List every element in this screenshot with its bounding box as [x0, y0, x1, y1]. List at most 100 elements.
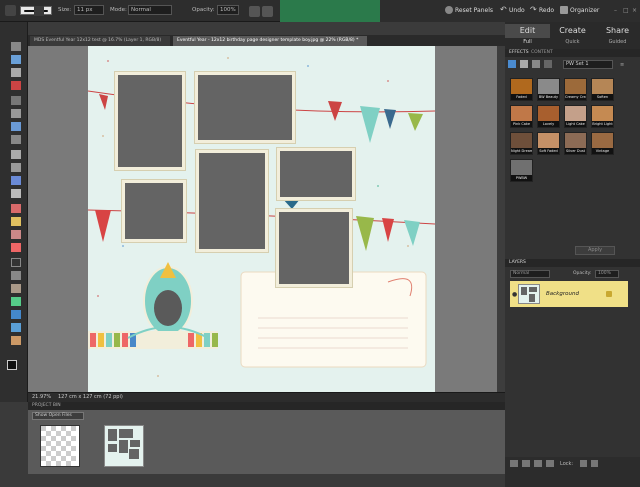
grid-view-icon[interactable] — [544, 60, 552, 68]
effect-thumbnail[interactable]: Vintage — [591, 132, 614, 155]
layer-opacity-input[interactable]: 100% — [595, 270, 619, 278]
delete-layer-icon[interactable] — [546, 460, 554, 467]
eyedropper-tool-icon[interactable] — [11, 81, 21, 90]
photo-placeholder-6[interactable] — [276, 209, 352, 287]
effect-thumbnail[interactable]: Bright Light — [591, 105, 614, 128]
paint-bucket-tool-icon[interactable] — [11, 284, 21, 293]
move-tool-icon[interactable] — [11, 42, 21, 51]
tab-edit[interactable]: Edit — [505, 24, 550, 38]
eraser-tool-icon[interactable] — [11, 243, 21, 252]
layers-panel-header: LAYERS — [505, 259, 640, 267]
bin-filter-select[interactable]: Show Open Files — [32, 412, 84, 420]
maximize-icon[interactable]: □ — [623, 7, 629, 14]
organizer-button[interactable]: Organizer — [570, 7, 599, 14]
hand-tool-icon[interactable] — [11, 68, 21, 77]
doc-tab-1[interactable]: MDS Eventful Year 12x12 test @ 16.7% (La… — [30, 36, 170, 46]
layer-name[interactable]: Background — [546, 291, 579, 297]
effect-label: Soft Faded — [538, 148, 559, 154]
effect-label: Creamy Cream — [565, 94, 586, 100]
crop-tool-icon[interactable] — [11, 163, 21, 172]
effect-thumbnail[interactable]: BW Beauty — [537, 78, 560, 101]
size-input[interactable]: 11 px — [74, 5, 104, 15]
foreground-color-swatch[interactable] — [7, 360, 17, 370]
project-bin-header[interactable]: PROJECT BIN — [28, 402, 505, 410]
brush-tool-icon[interactable] — [5, 5, 16, 16]
smart-brush-tool-icon[interactable] — [11, 271, 21, 280]
apply-button[interactable]: Apply — [575, 246, 615, 255]
brush-tool-icon-2[interactable] — [11, 258, 21, 267]
photo-placeholder-2[interactable] — [195, 72, 295, 143]
gradient-tool-icon[interactable] — [11, 297, 21, 306]
close-icon[interactable]: × — [632, 7, 637, 14]
canvas-scrollbar[interactable] — [497, 46, 505, 392]
effect-thumbnail[interactable]: PWBW — [510, 159, 533, 182]
recompose-tool-icon[interactable] — [11, 176, 21, 185]
shape-tool-icon[interactable] — [11, 310, 21, 319]
bin-thumbnail-2[interactable] — [104, 425, 144, 467]
photo-placeholder-1[interactable] — [115, 72, 185, 170]
clone-stamp-tool-icon[interactable] — [11, 230, 21, 239]
mode-select[interactable]: Normal — [128, 5, 172, 15]
effect-label: PWBW — [511, 175, 532, 181]
effect-thumbnail[interactable]: Lovely — [537, 105, 560, 128]
layer-styles-icon[interactable] — [520, 60, 528, 68]
airbrush-icon[interactable] — [249, 6, 260, 17]
effect-label: Bright Light — [592, 121, 613, 127]
effect-label: Pink Cake — [511, 121, 532, 127]
blur-tool-icon[interactable] — [11, 323, 21, 332]
blend-mode-select[interactable]: Normal — [510, 270, 550, 278]
tab-content[interactable]: CONTENT — [531, 49, 553, 57]
lock-transparency-icon[interactable] — [580, 460, 587, 467]
pennant-navy-1 — [384, 109, 396, 129]
healing-brush-tool-icon[interactable] — [11, 217, 21, 226]
straighten-tool-icon[interactable] — [11, 189, 21, 198]
lock-all-icon[interactable] — [591, 460, 598, 467]
visibility-eye-icon[interactable]: ● — [512, 291, 517, 298]
tab-create[interactable]: Create — [550, 24, 595, 38]
minimize-icon[interactable]: – — [614, 7, 617, 14]
tab-quick[interactable]: Quick — [550, 39, 595, 47]
effect-thumbnail[interactable]: Soften — [591, 78, 614, 101]
tablet-options-icon[interactable] — [262, 6, 273, 17]
tab-effects[interactable]: EFFECTS — [509, 49, 529, 57]
zoom-readout[interactable]: 21.97% — [32, 394, 51, 400]
effect-thumbnail[interactable]: Creamy Cream — [564, 78, 587, 101]
filters-icon[interactable] — [508, 60, 516, 68]
effect-thumbnail[interactable]: Faded — [510, 78, 533, 101]
zoom-tool-icon[interactable] — [11, 55, 21, 64]
doc-tab-2[interactable]: Eventful Year - 12x12 birthday page desi… — [173, 36, 367, 46]
opacity-input[interactable]: 100% — [217, 5, 239, 15]
tab-full[interactable]: Full — [505, 39, 550, 47]
marquee-tool-icon[interactable] — [11, 96, 21, 105]
scrapbook-page[interactable] — [88, 46, 435, 393]
magic-wand-tool-icon[interactable] — [11, 122, 21, 131]
type-tool-icon[interactable] — [11, 150, 21, 159]
selection-brush-tool-icon[interactable] — [11, 135, 21, 144]
photo-placeholder-5[interactable] — [122, 180, 186, 242]
effect-label: Night Dreams — [511, 148, 532, 154]
red-eye-tool-icon[interactable] — [11, 204, 21, 213]
layer-row[interactable]: ● Background — [510, 281, 628, 307]
photo-placeholder-4[interactable] — [277, 148, 355, 200]
effect-thumbnail[interactable]: Silver Dust — [564, 132, 587, 155]
sponge-tool-icon[interactable] — [11, 336, 21, 345]
new-layer-icon[interactable] — [510, 460, 518, 467]
redo-button[interactable]: Redo — [539, 7, 554, 14]
tab-guided[interactable]: Guided — [595, 39, 640, 47]
effect-set-select[interactable]: PW Set 1 — [563, 60, 613, 69]
photo-placeholder-3[interactable] — [196, 150, 268, 252]
new-group-icon[interactable] — [522, 460, 530, 467]
organizer-icon — [560, 6, 568, 14]
adjustment-layer-icon[interactable] — [534, 460, 542, 467]
lasso-tool-icon[interactable] — [11, 109, 21, 118]
reset-panels-button[interactable]: Reset Panels — [455, 7, 493, 14]
effect-thumbnail[interactable]: Soft Faded — [537, 132, 560, 155]
bin-thumbnail-1[interactable] — [40, 425, 80, 467]
panel-menu-icon[interactable]: ≡ — [620, 62, 628, 68]
undo-button[interactable]: Undo — [509, 7, 525, 14]
effect-thumbnail[interactable]: Light Cake — [564, 105, 587, 128]
tab-share[interactable]: Share — [595, 24, 640, 38]
effect-thumbnail[interactable]: Pink Cake — [510, 105, 533, 128]
effect-thumbnail[interactable]: Night Dreams — [510, 132, 533, 155]
photo-effects-icon[interactable] — [532, 60, 540, 68]
